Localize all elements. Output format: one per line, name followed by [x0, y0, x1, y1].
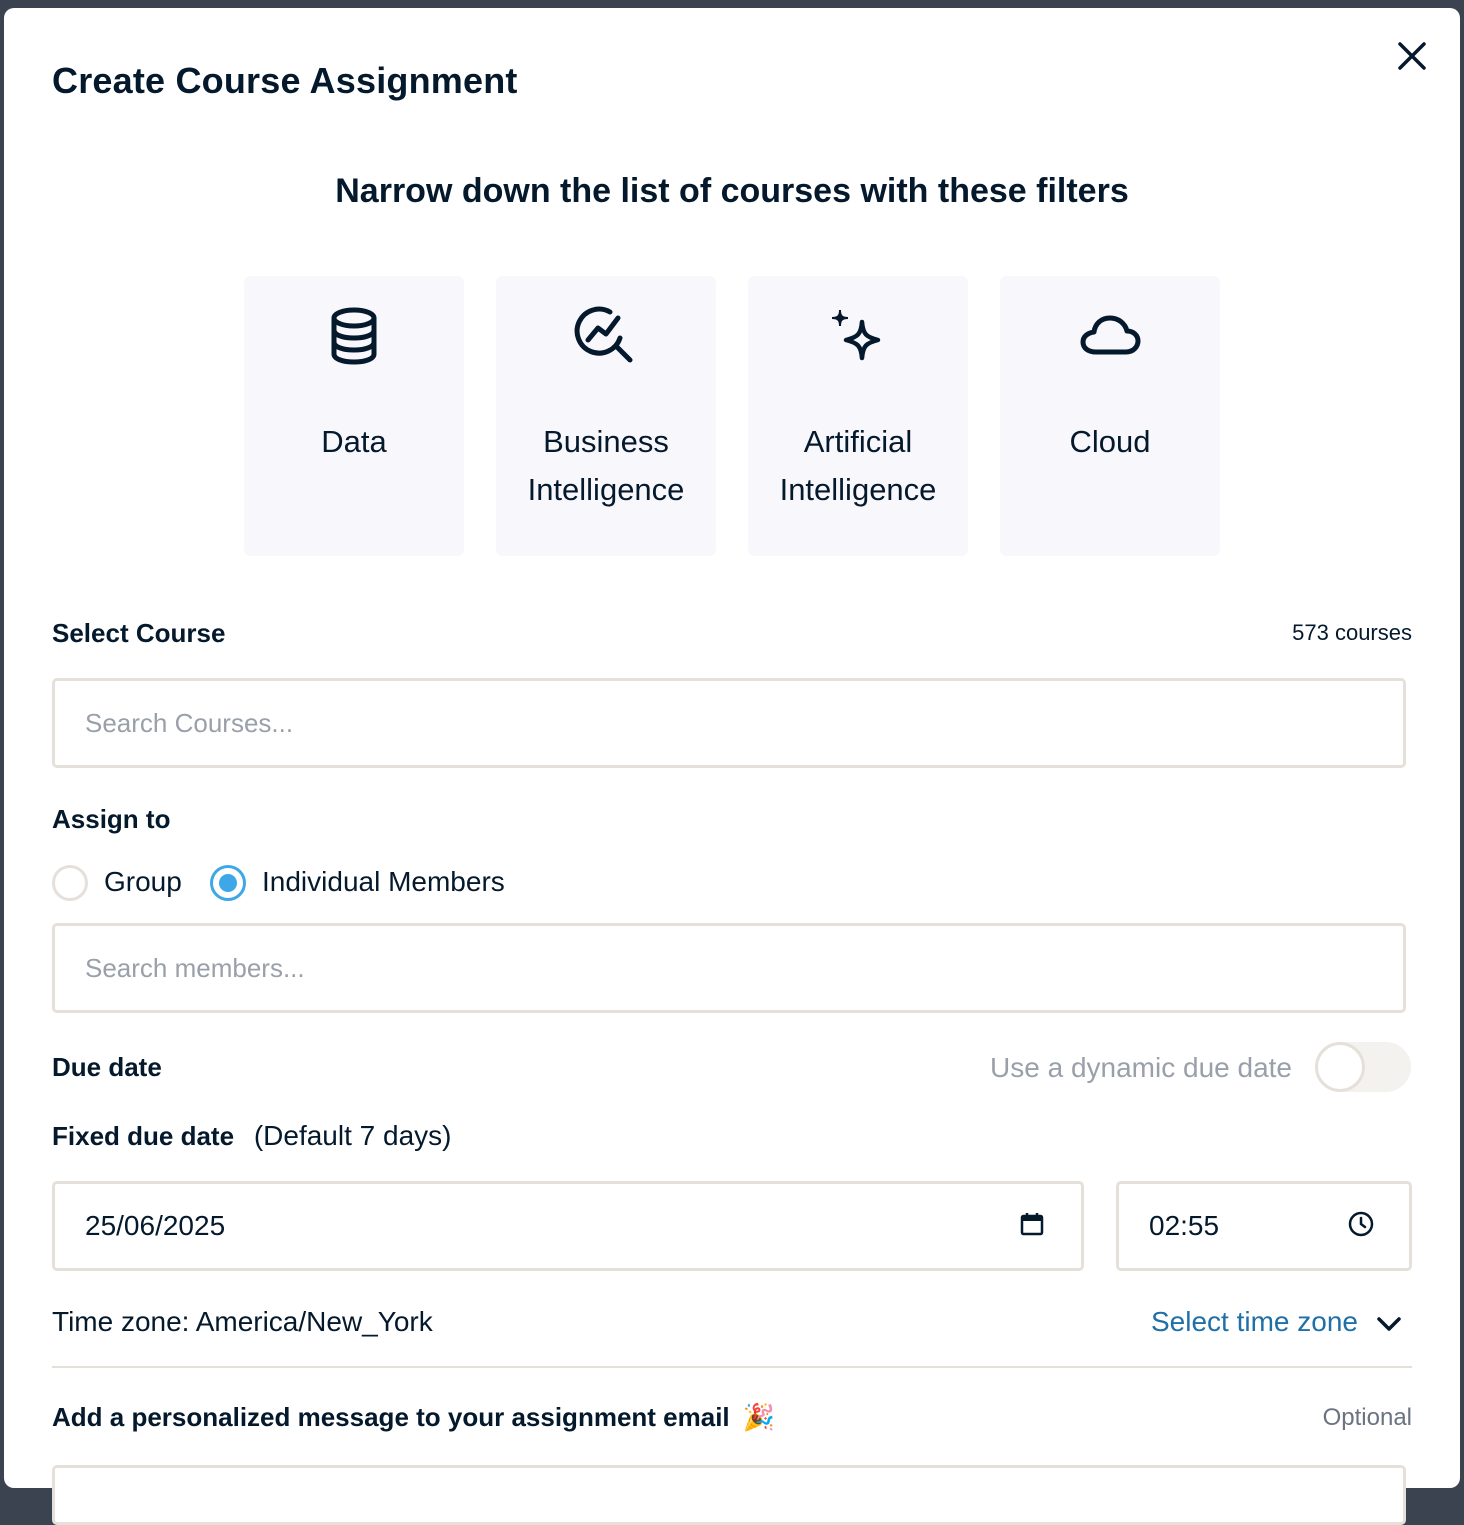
- analytics-search-icon: [574, 304, 638, 368]
- filter-card-label: Cloud: [1069, 424, 1151, 459]
- select-timezone-link[interactable]: Select time zone: [1151, 1306, 1402, 1340]
- modal-title: Create Course Assignment: [52, 60, 518, 101]
- dynamic-due-date-toggle[interactable]: [1315, 1042, 1411, 1092]
- filter-card-label: Artificial Intelligence: [779, 424, 937, 507]
- fixed-due-date-label: Fixed due date: [52, 1121, 235, 1151]
- dynamic-due-date-label: Use a dynamic due date: [990, 1052, 1292, 1083]
- toggle-knob: [1315, 1042, 1365, 1092]
- filters-heading: Narrow down the list of courses with the…: [335, 172, 1129, 210]
- create-assignment-modal: Create Course Assignment Narrow down the…: [4, 8, 1460, 1525]
- filter-card-artificial-intelligence[interactable]: Artificial Intelligence: [748, 276, 968, 556]
- assign-to-label: Assign to: [52, 804, 171, 834]
- calendar-icon[interactable]: [1019, 1211, 1045, 1242]
- radio-group[interactable]: [52, 865, 88, 901]
- fixed-due-date-row: Fixed due date (Default 7 days): [52, 1120, 451, 1152]
- fixed-due-date-hint: (Default 7 days): [253, 1120, 452, 1151]
- timezone-text: Time zone: America/New_York: [52, 1306, 433, 1337]
- personal-message-label: Add a personalized message to your assig…: [52, 1402, 775, 1433]
- course-count: 573 courses: [1292, 620, 1412, 645]
- filter-card-data[interactable]: Data: [244, 276, 464, 556]
- personal-message-text: Add a personalized message to your assig…: [52, 1402, 730, 1432]
- database-icon: [322, 304, 386, 368]
- select-timezone-label[interactable]: Select time zone: [1151, 1306, 1358, 1337]
- filter-card-label: Business Intelligence: [527, 424, 685, 507]
- date-input[interactable]: 25/06/2025: [52, 1181, 1084, 1271]
- course-search-input[interactable]: Search Courses...: [52, 678, 1406, 768]
- party-popper-icon: 🎉: [742, 1402, 776, 1432]
- close-icon[interactable]: [1394, 38, 1430, 74]
- course-search-placeholder: Search Courses...: [85, 707, 294, 738]
- due-date-label: Due date: [52, 1052, 162, 1082]
- clock-icon[interactable]: [1347, 1210, 1375, 1243]
- filter-card-label: Data: [321, 424, 387, 459]
- member-search-placeholder: Search members...: [85, 952, 305, 983]
- section-divider: [52, 1366, 1412, 1368]
- time-input[interactable]: 02:55: [1116, 1181, 1412, 1271]
- personal-message-input[interactable]: [52, 1465, 1406, 1525]
- filter-card-cloud[interactable]: Cloud: [1000, 276, 1220, 556]
- chevron-down-icon[interactable]: [1376, 1308, 1402, 1340]
- filter-card-business-intelligence[interactable]: Business Intelligence: [496, 276, 716, 556]
- radio-group-label[interactable]: Group: [104, 866, 182, 898]
- select-course-label: Select Course: [52, 618, 226, 648]
- radio-individual-members[interactable]: [210, 865, 246, 901]
- cloud-icon: [1078, 304, 1142, 368]
- time-value: 02:55: [1149, 1210, 1220, 1241]
- optional-label: Optional: [1322, 1404, 1412, 1431]
- member-search-input[interactable]: Search members...: [52, 923, 1406, 1013]
- radio-individual-members-label[interactable]: Individual Members: [262, 866, 505, 898]
- sparkles-icon: [826, 304, 890, 368]
- date-value: 25/06/2025: [85, 1210, 226, 1241]
